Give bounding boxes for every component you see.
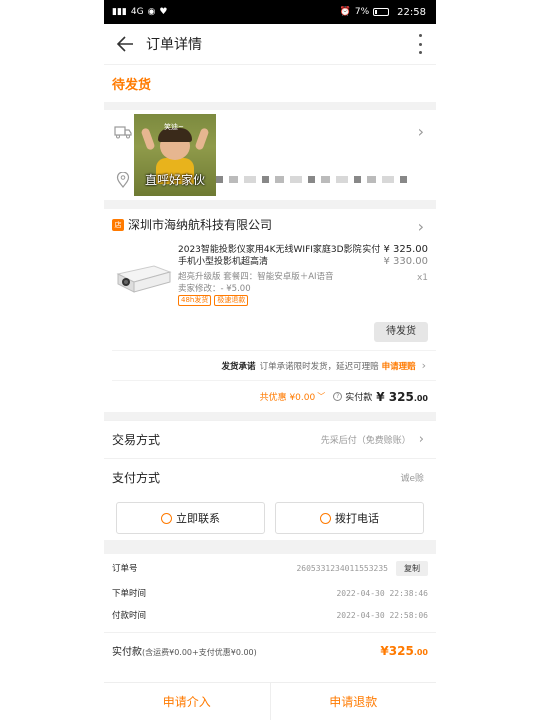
- projector-image: [114, 256, 172, 298]
- product-item[interactable]: 2023智能投影仪家用4K无线WIFI家庭3D影院手机小型投影机超高清 超亮升级…: [104, 240, 436, 316]
- divider: [104, 540, 436, 554]
- apply-refund-button[interactable]: 申请退款: [269, 683, 437, 720]
- logistics-address-section[interactable]: › 笑迪~ 直呼好家伙: [104, 110, 436, 200]
- product-price: 实付 ¥ 325.00 ¥ 330.00 x1: [362, 244, 428, 284]
- more-icon[interactable]: [418, 34, 422, 54]
- contact-now-label: 立即联系: [176, 512, 220, 525]
- seller-price-edit: 卖家修改：- ¥5.00: [178, 284, 251, 294]
- discount-text[interactable]: 共优惠 ¥0.00: [260, 390, 316, 403]
- paid-summary-label: 实付款: [112, 647, 142, 658]
- order-number-label: 订单号: [112, 564, 138, 574]
- payment-method-value: 诚e赊: [400, 474, 424, 484]
- chevron-right-icon: ›: [417, 122, 424, 141]
- phone-icon: [320, 512, 331, 524]
- wifi-icon: ◉: [147, 7, 156, 17]
- trade-method-value: 先采后付（免费赊账）: [320, 436, 411, 446]
- help-icon[interactable]: ?: [333, 392, 343, 401]
- paid-summary-amount: ¥325.00: [380, 643, 428, 658]
- tag-48h-ship: 48h发货: [178, 295, 212, 306]
- paid-summary-row: 实付款(含运费¥0.00+支付优惠¥0.00) ¥325.00: [104, 632, 436, 668]
- pay-time-label: 付款时间: [112, 611, 147, 621]
- signal-icon: ▮▮▮: [112, 7, 127, 17]
- sticker-caption: 直呼好家伙: [144, 173, 205, 187]
- order-info: 订单号 2605331234011553235 复制 下单时间 2022-04-3…: [104, 554, 436, 626]
- order-total-row: 共优惠 ¥0.00 ﹀ ? 实付款 ¥ 325.00: [112, 380, 436, 412]
- chevron-right-icon: ›: [417, 217, 424, 236]
- payment-method-label: 支付方式: [112, 471, 161, 485]
- order-time-label: 下单时间: [112, 589, 147, 599]
- truck-icon: [114, 124, 132, 143]
- paid-total-label: 实付款: [345, 393, 373, 403]
- store-icon: 店: [112, 218, 124, 231]
- chevron-right-icon: ›: [421, 359, 426, 372]
- status-bar: ▮▮▮ 4G ◉ ♥ ⏰ 7% 22:58: [104, 0, 436, 24]
- back-arrow-icon[interactable]: [114, 33, 136, 55]
- redacted-address: [216, 176, 407, 183]
- order-status-bar: 待发货: [104, 64, 436, 102]
- trade-method-row[interactable]: 交易方式 先采后付（免费赊账） ›: [104, 420, 436, 458]
- original-price: ¥ 330.00: [383, 256, 428, 267]
- network-label: 4G: [130, 7, 144, 17]
- product-spec: 超亮升级版 套餐四：智能安卓版＋AI语音: [178, 272, 334, 282]
- ship-status-button[interactable]: 待发货: [374, 322, 428, 342]
- paid-price: ¥ 325.00: [383, 244, 428, 255]
- promise-label: 发货承诺: [221, 361, 256, 372]
- contact-now-button[interactable]: 立即联系: [116, 502, 265, 534]
- chevron-down-icon: ﹀: [317, 392, 326, 401]
- chat-icon: [161, 512, 172, 524]
- promise-text: 订单承诺限时发货，延迟可理赔: [259, 361, 379, 372]
- product-title: 2023智能投影仪家用4K无线WIFI家庭3D影院手机小型投影机超高清: [178, 245, 362, 267]
- trade-method-label: 交易方式: [112, 433, 161, 447]
- alarm-icon: ⏰: [339, 7, 351, 17]
- location-pin-icon: [116, 171, 130, 192]
- paid-total-value: ¥ 325.00: [376, 389, 428, 404]
- pay-time-row: 付款时间 2022-04-30 22:58:06: [112, 604, 428, 626]
- divider: [104, 102, 436, 110]
- sticker-small-text: 笑迪~: [164, 123, 184, 131]
- battery-percent: 7%: [354, 7, 370, 17]
- nav-bar: 订单详情: [104, 24, 436, 64]
- heart-icon: ♥: [159, 7, 168, 17]
- shipping-promise-row[interactable]: 发货承诺 订单承诺限时发货，延迟可理赔 申请理赔 ›: [112, 350, 436, 380]
- paid-summary-detail: (含运费¥0.00+支付优惠¥0.00): [142, 648, 257, 657]
- order-status: 待发货: [112, 78, 152, 93]
- sticker-image: 笑迪~ 直呼好家伙: [134, 114, 216, 196]
- bottom-action-bar: 申请介入 申请退款: [104, 682, 436, 720]
- store-name: 深圳市海纳航科技有限公司: [128, 218, 273, 232]
- tag-fast-refund: 极速退款: [214, 295, 249, 306]
- ship-status-row: 待发货: [104, 316, 436, 344]
- paid-label: 实付: [362, 245, 381, 255]
- battery-icon: [373, 8, 390, 16]
- order-number-row: 订单号 2605331234011553235 复制: [112, 554, 428, 582]
- call-phone-button[interactable]: 拨打电话: [275, 502, 424, 534]
- clock: 22:58: [397, 6, 426, 18]
- copy-button[interactable]: 复制: [396, 560, 428, 576]
- divider: [104, 412, 436, 420]
- order-time-row: 下单时间 2022-04-30 22:38:46: [112, 582, 428, 604]
- product-tags: 48h发货 极速退款: [178, 295, 249, 306]
- claim-link[interactable]: 申请理赔: [382, 360, 416, 372]
- call-phone-label: 拨打电话: [335, 512, 379, 525]
- contact-actions: 立即联系 拨打电话: [104, 496, 436, 540]
- divider: [104, 200, 436, 208]
- phone-screen: ▮▮▮ 4G ◉ ♥ ⏰ 7% 22:58 订单详情 待发货 › 笑迪~ 直呼好…: [104, 0, 436, 720]
- pay-time: 2022-04-30 22:58:06: [336, 610, 428, 620]
- payment-method-row: 支付方式 诚e赊: [104, 458, 436, 496]
- apply-intervene-button[interactable]: 申请介入: [104, 683, 270, 720]
- quantity: x1: [416, 273, 428, 283]
- order-number: 2605331234011553235: [296, 563, 388, 573]
- chevron-right-icon: ›: [418, 432, 424, 447]
- page-title: 订单详情: [146, 37, 202, 53]
- order-time: 2022-04-30 22:38:46: [336, 588, 428, 598]
- store-row[interactable]: 店 深圳市海纳航科技有限公司 ›: [104, 208, 436, 240]
